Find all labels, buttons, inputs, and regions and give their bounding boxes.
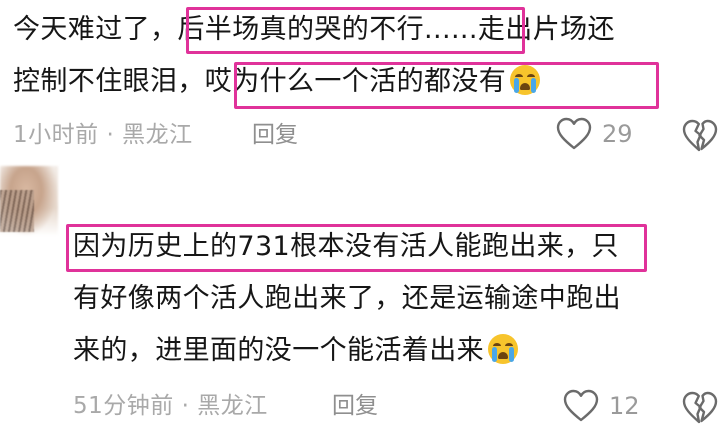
- heart-icon: [563, 389, 599, 422]
- comment-2-reply-button[interactable]: 回复: [332, 391, 378, 421]
- comment-2-line-2: 有好像两个活人跑出来了，还是运输途中跑出: [73, 283, 621, 314]
- heart-icon: [556, 117, 592, 150]
- highlight-box: [66, 224, 647, 272]
- comment-1-meta: 1小时前 · 黑龙江: [13, 120, 193, 150]
- comment-2-like-button[interactable]: 12: [563, 389, 640, 423]
- comment-2-line-3: 来的，进里面的没一个能活着出来: [73, 333, 518, 369]
- avatar-hair: [0, 190, 34, 232]
- crying-face-icon: [488, 334, 518, 364]
- comment-1-time: 1小时前: [13, 122, 99, 148]
- broken-heart-icon[interactable]: [682, 119, 718, 153]
- comment-1-location: 黑龙江: [122, 122, 193, 148]
- highlight-box: [234, 62, 659, 109]
- comment-2-time: 51分钟前: [73, 393, 174, 419]
- comment-1-like-button[interactable]: 29: [556, 117, 633, 151]
- comment-1-like-count: 29: [602, 120, 633, 148]
- broken-heart-icon[interactable]: [682, 391, 718, 425]
- highlight-box: [186, 7, 525, 54]
- meta-separator: ·: [181, 393, 190, 419]
- comment-2-meta: 51分钟前 · 黑龙江: [73, 391, 268, 421]
- comment-1-reply-button[interactable]: 回复: [252, 120, 298, 150]
- comment-2-line-3-text: 来的，进里面的没一个能活着出来: [73, 335, 484, 366]
- comment-2-like-count: 12: [609, 392, 640, 420]
- comment-2-location: 黑龙江: [197, 393, 268, 419]
- meta-separator: ·: [106, 122, 115, 148]
